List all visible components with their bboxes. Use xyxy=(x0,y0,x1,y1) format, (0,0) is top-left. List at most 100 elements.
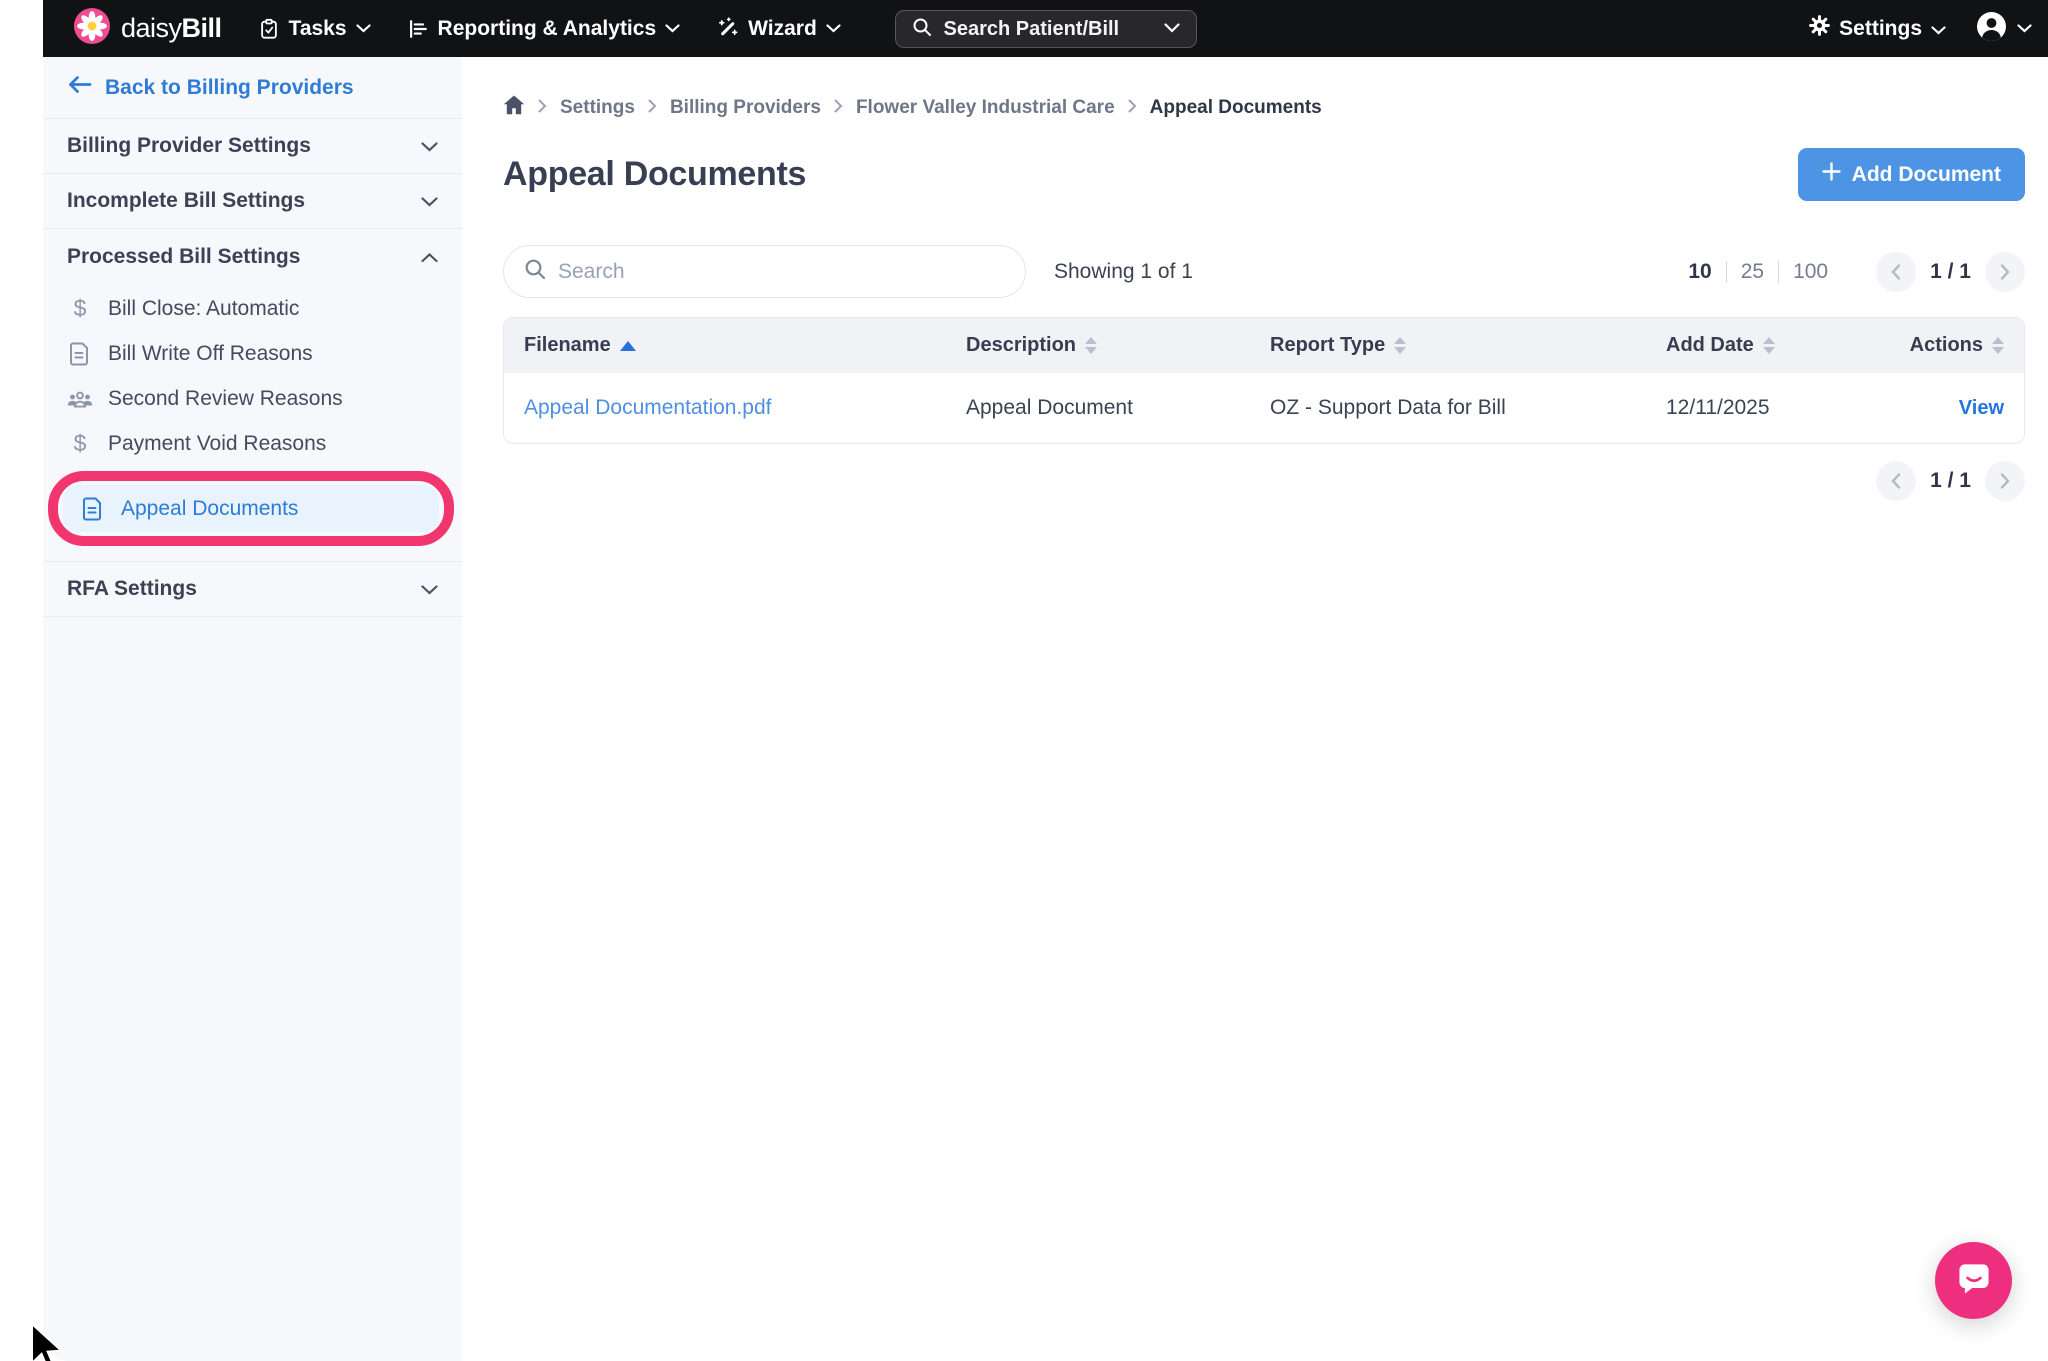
sidebar-section-rfa-settings[interactable]: RFA Settings xyxy=(43,562,462,617)
chevron-right-icon xyxy=(1128,97,1137,119)
nav-settings-menu[interactable]: Settings xyxy=(1809,15,1946,42)
back-link-label: Back to Billing Providers xyxy=(105,76,354,100)
column-header-filename[interactable]: Filename xyxy=(504,318,946,373)
filename-link[interactable]: Appeal Documentation.pdf xyxy=(524,396,772,420)
chevron-right-icon xyxy=(834,97,843,119)
search-input[interactable] xyxy=(558,260,1005,284)
daisy-flower-icon xyxy=(73,7,111,50)
page-indicator: 1 / 1 xyxy=(1930,260,1971,284)
patient-bill-search[interactable]: Search Patient/Bill xyxy=(895,10,1197,48)
document-icon xyxy=(67,342,93,366)
search-icon xyxy=(524,258,546,285)
add-document-button[interactable]: Add Document xyxy=(1798,148,2025,201)
sort-icon xyxy=(1763,337,1775,354)
add-document-label: Add Document xyxy=(1852,163,2001,187)
sidebar-item-label: Appeal Documents xyxy=(121,497,298,521)
home-icon[interactable] xyxy=(503,95,525,121)
page-title: Appeal Documents xyxy=(503,155,806,194)
top-navbar: daisyBill Tasks xyxy=(43,0,2048,57)
chevron-down-icon xyxy=(421,577,438,601)
chevron-down-icon xyxy=(665,24,680,33)
column-header-add-date[interactable]: Add Date xyxy=(1646,318,1862,373)
column-label: Description xyxy=(966,334,1076,357)
cell-actions: View xyxy=(1862,373,2024,443)
next-page-button[interactable] xyxy=(1985,252,2025,292)
users-icon xyxy=(67,388,93,410)
arrow-left-icon xyxy=(67,75,92,100)
breadcrumb-billing-providers[interactable]: Billing Providers xyxy=(670,97,821,119)
view-link[interactable]: View xyxy=(1959,397,2004,420)
column-header-description[interactable]: Description xyxy=(946,318,1250,373)
breadcrumb-settings[interactable]: Settings xyxy=(560,97,635,119)
search-label: Search Patient/Bill xyxy=(944,18,1152,41)
column-header-report-type[interactable]: Report Type xyxy=(1250,318,1646,373)
sidebar-item-bill-write-off-reasons[interactable]: Bill Write Off Reasons xyxy=(43,331,462,376)
next-page-button[interactable] xyxy=(1985,461,2025,501)
breadcrumb-flower-valley[interactable]: Flower Valley Industrial Care xyxy=(856,97,1115,119)
wand-icon xyxy=(716,17,739,40)
chat-bubble-icon xyxy=(1954,1258,1994,1303)
nav-menu-tasks[interactable]: Tasks xyxy=(258,17,371,41)
sidebar-item-second-review-reasons[interactable]: Second Review Reasons xyxy=(43,376,462,421)
gear-icon xyxy=(1809,15,1830,42)
sidebar-item-appeal-documents[interactable]: Appeal Documents xyxy=(63,485,439,532)
sidebar-item-bill-close-automatic[interactable]: $ Bill Close: Automatic xyxy=(43,286,462,331)
nav-menu-label: Wizard xyxy=(748,17,817,41)
clipboard-icon xyxy=(258,18,280,40)
top-paginator: 1 / 1 xyxy=(1876,252,2025,292)
column-label: Add Date xyxy=(1666,334,1754,357)
sidebar-item-label: Bill Write Off Reasons xyxy=(108,342,313,366)
pink-highlight-annotation: Appeal Documents xyxy=(48,471,454,546)
sidebar-section-billing-provider-settings[interactable]: Billing Provider Settings xyxy=(43,119,462,174)
breadcrumb: Settings Billing Providers Flower Valley… xyxy=(503,95,2025,121)
navbar-right-group: Settings xyxy=(1809,11,2032,47)
column-label: Filename xyxy=(524,334,611,357)
table-header-row: Filename Description Report Type Ad xyxy=(504,318,2024,373)
search-icon xyxy=(912,17,932,42)
chevron-down-icon xyxy=(1931,17,1946,41)
prev-page-button[interactable] xyxy=(1876,252,1916,292)
nav-settings-label: Settings xyxy=(1839,17,1922,41)
section-label: Incomplete Bill Settings xyxy=(67,189,305,213)
sort-icon xyxy=(1085,337,1097,354)
processed-bill-settings-items: $ Bill Close: Automatic Bill Write Off R… xyxy=(43,284,462,562)
column-label: Report Type xyxy=(1270,334,1385,357)
chevron-right-icon xyxy=(648,97,657,119)
chat-launcher-button[interactable] xyxy=(1935,1242,2012,1319)
page-size-10[interactable]: 10 xyxy=(1674,260,1725,284)
section-label: Processed Bill Settings xyxy=(67,245,300,269)
dollar-icon: $ xyxy=(67,430,93,457)
main-content: Settings Billing Providers Flower Valley… xyxy=(462,57,2048,1361)
sidebar-section-incomplete-bill-settings[interactable]: Incomplete Bill Settings xyxy=(43,174,462,229)
page-size-100[interactable]: 100 xyxy=(1779,260,1842,284)
column-header-actions[interactable]: Actions xyxy=(1862,318,2024,373)
daisybill-logo[interactable]: daisyBill xyxy=(73,7,222,50)
section-label: RFA Settings xyxy=(67,577,197,601)
back-to-billing-providers-link[interactable]: Back to Billing Providers xyxy=(43,57,462,119)
nav-menu-label: Tasks xyxy=(289,17,347,41)
sidebar-item-label: Second Review Reasons xyxy=(108,387,343,411)
dollar-icon: $ xyxy=(67,295,93,322)
nav-menu-reporting-analytics[interactable]: Reporting & Analytics xyxy=(407,17,681,41)
page-size-25[interactable]: 25 xyxy=(1727,260,1778,284)
column-label: Actions xyxy=(1910,334,1983,357)
chevron-right-icon xyxy=(538,97,547,119)
page-indicator: 1 / 1 xyxy=(1930,469,1971,493)
chevron-down-icon xyxy=(826,24,841,33)
sort-asc-icon xyxy=(620,341,636,351)
brand-name: daisyBill xyxy=(121,13,222,44)
chevron-down-icon xyxy=(1164,20,1180,38)
prev-page-button[interactable] xyxy=(1876,461,1916,501)
bottom-paginator: 1 / 1 xyxy=(1876,461,2025,501)
navbar-left-group: daisyBill Tasks xyxy=(73,7,841,50)
chevron-down-icon xyxy=(421,189,438,213)
sort-icon xyxy=(1992,337,2004,354)
plus-icon xyxy=(1822,162,1841,187)
user-account-menu[interactable] xyxy=(1976,11,2032,47)
chevron-up-icon xyxy=(421,245,438,269)
sidebar-section-processed-bill-settings[interactable]: Processed Bill Settings xyxy=(43,229,462,284)
sidebar-item-label: Payment Void Reasons xyxy=(108,432,326,456)
sidebar-item-payment-void-reasons[interactable]: $ Payment Void Reasons xyxy=(43,421,462,466)
breadcrumb-current: Appeal Documents xyxy=(1150,97,1322,119)
nav-menu-wizard[interactable]: Wizard xyxy=(716,17,841,41)
